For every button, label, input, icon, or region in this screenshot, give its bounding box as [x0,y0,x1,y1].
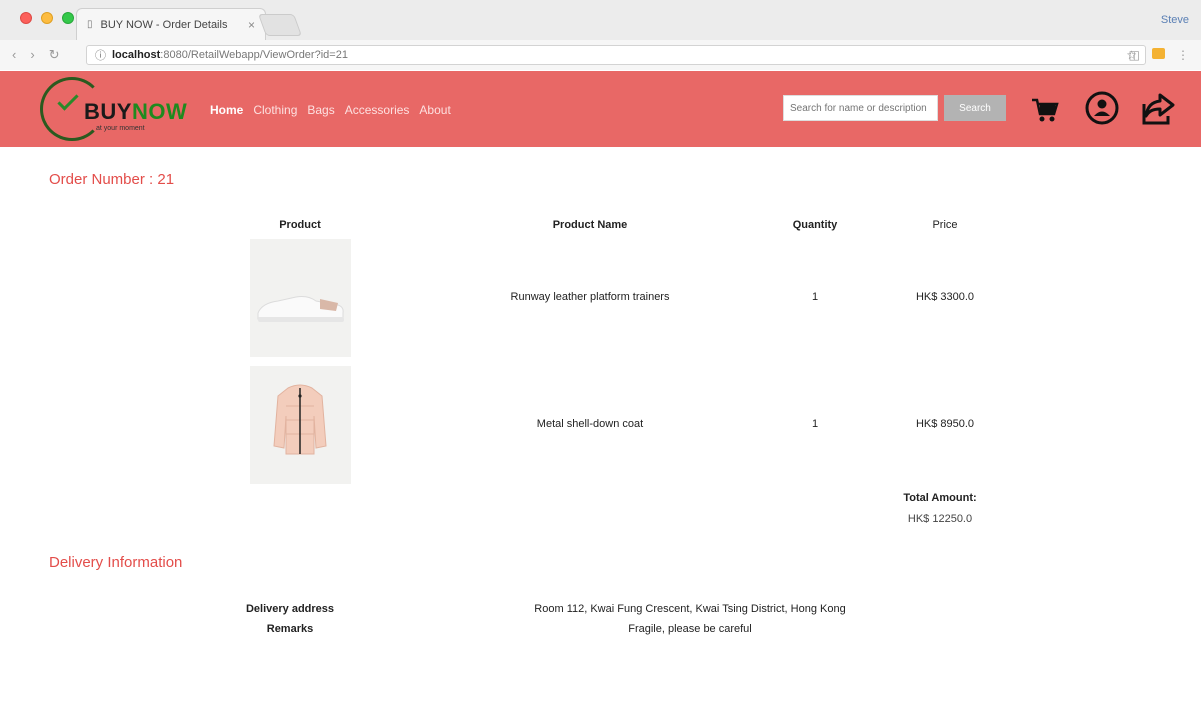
delivery-address-label: Delivery address [245,603,335,615]
info-icon[interactable]: ⓘ [95,47,106,63]
delivery-info-heading: Delivery Information [49,554,183,571]
product-quantity: 1 [811,418,819,430]
table-row: Metal shell-down coat 1 HK$ 8950.0 [0,366,1201,484]
product-quantity: 1 [811,291,819,303]
search-button[interactable]: Search [944,95,1006,121]
nav-home[interactable]: Home [210,103,243,117]
forward-icon[interactable]: › [30,47,34,63]
tab-close-icon[interactable]: × [248,18,255,32]
table-row: Runway leather platform trainers 1 HK$ 3… [0,239,1201,357]
cart-icon[interactable] [1030,95,1060,125]
product-name: Metal shell-down coat [536,418,644,430]
url-field[interactable]: ⓘ localhost:8080/RetailWebapp/ViewOrder?… [86,45,1146,65]
total-amount-value: HK$ 12250.0 [907,513,973,525]
profile-button[interactable]: Steve [1161,14,1189,26]
remarks-value: Fragile, please be careful [628,623,752,635]
new-tab-button[interactable] [257,14,303,36]
coat-icon [273,384,327,455]
user-account-icon[interactable] [1084,90,1120,126]
product-name: Runway leather platform trainers [510,291,670,303]
column-header-product: Product [279,219,321,231]
logo-now: NOW [131,99,188,124]
product-price: HK$ 3300.0 [915,291,975,303]
product-image-sneaker[interactable] [250,239,351,357]
folder-icon[interactable] [1152,48,1165,59]
column-header-quantity: Quantity [792,219,838,231]
reload-icon[interactable]: ↻ [49,47,60,63]
window-controls [20,12,74,24]
minimize-window-button[interactable] [41,12,53,24]
logo-buy: BUY [84,99,132,124]
nav-clothing[interactable]: Clothing [253,103,297,117]
menu-icon[interactable]: ⋮ [1177,48,1189,62]
close-window-button[interactable] [20,12,32,24]
maximize-window-button[interactable] [62,12,74,24]
logout-share-icon[interactable] [1138,88,1178,128]
url-host: localhost [112,49,161,61]
extensions: ◫ ⋮ [1129,48,1189,62]
search-input[interactable] [783,95,938,121]
delivery-address-value: Room 112, Kwai Fung Crescent, Kwai Tsing… [534,603,846,615]
url-path: :8080/RetailWebapp/ViewOrder?id=21 [160,49,348,61]
tab-title: BUY NOW - Order Details [100,18,228,31]
sneaker-icon [257,296,344,322]
main-content: Order Number : 21 Product Product Name Q… [0,147,1201,725]
page-icon: ▯ [87,19,93,30]
product-image-coat[interactable] [250,366,351,484]
nav-accessories[interactable]: Accessories [345,103,410,117]
total-amount-label: Total Amount: [903,492,977,504]
order-number-heading: Order Number : 21 [49,171,175,188]
column-header-product-name: Product Name [552,219,628,231]
nav-buttons: ‹ › ↻ [12,47,60,63]
product-price: HK$ 8950.0 [915,418,975,430]
main-nav: Home Clothing Bags Accessories About [210,103,451,117]
browser-chrome: ▯ BUY NOW - Order Details × Steve ‹ › ↻ … [0,0,1201,70]
logo[interactable]: BUYNOW at your moment [40,77,187,141]
nav-about[interactable]: About [419,103,450,117]
back-icon[interactable]: ‹ [12,47,16,63]
column-header-price: Price [932,219,958,231]
browser-tab[interactable]: ▯ BUY NOW - Order Details × [76,8,266,40]
site-header: BUYNOW at your moment Home Clothing Bags… [0,71,1201,147]
logo-text: BUYNOW [84,99,187,125]
address-bar: ‹ › ↻ ⓘ localhost:8080/RetailWebapp/View… [0,40,1201,70]
nav-bags[interactable]: Bags [307,103,334,117]
extension-icon[interactable]: ◫ [1129,48,1140,62]
tab-bar: ▯ BUY NOW - Order Details × Steve [0,0,1201,40]
logo-tagline: at your moment [96,125,145,132]
remarks-label: Remarks [266,623,314,635]
